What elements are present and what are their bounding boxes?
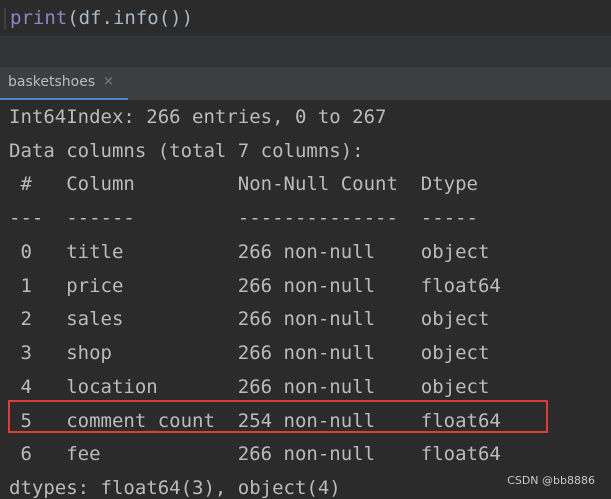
highlight-box — [8, 400, 548, 433]
console-line: 1 price 266 non-null float64 — [9, 275, 501, 297]
console-line: --- ------ -------------- ----- — [9, 207, 501, 229]
console-line: # Column Non-Null Count Dtype — [9, 173, 501, 195]
console-line: dtypes: float64(3), object(4) — [9, 477, 341, 499]
code-args: (df.info()) — [67, 7, 194, 29]
console-line: Int64Index: 266 entries, 0 to 267 — [9, 106, 387, 128]
code-keyword: print — [10, 7, 68, 29]
console-line: Data columns (total 7 columns): — [9, 140, 364, 162]
watermark: CSDN @bb8886 — [507, 474, 595, 487]
console-line: 2 sales 266 non-null object — [9, 308, 501, 330]
panel-gap — [0, 37, 611, 66]
console-line: 3 shop 266 non-null object — [9, 342, 501, 364]
close-icon[interactable]: × — [103, 74, 114, 89]
code-line[interactable]: print(df.info()) — [10, 7, 193, 29]
code-editor[interactable]: print(df.info()) — [0, 0, 611, 37]
console-line: 6 fee 266 non-null float64 — [9, 443, 501, 465]
console-line: 0 title 266 non-null object — [9, 241, 501, 263]
console-line: 4 location 266 non-null object — [9, 376, 501, 398]
run-tab-bar: basketshoes × — [0, 66, 611, 101]
tab-label: basketshoes — [8, 74, 96, 90]
gutter-marker — [4, 8, 6, 30]
tab-basketshoes[interactable]: basketshoes × — [0, 67, 128, 101]
